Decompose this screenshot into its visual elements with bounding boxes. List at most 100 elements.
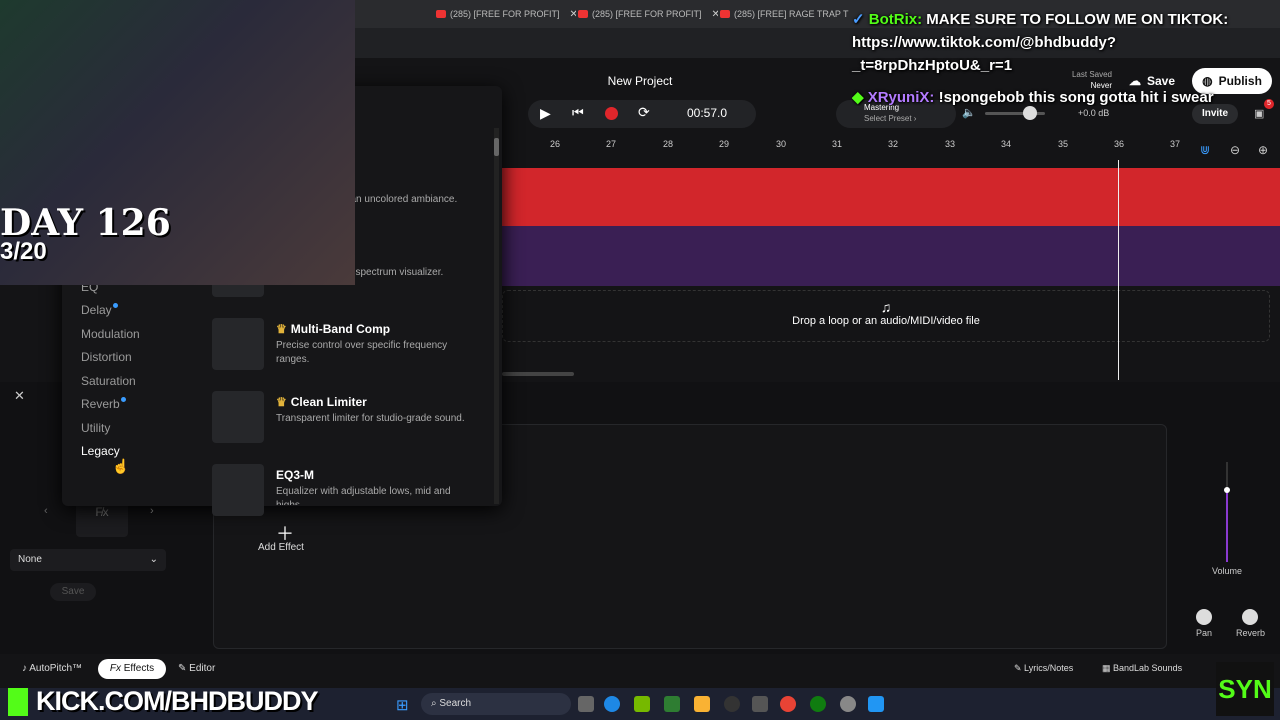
pan-knob[interactable] (1196, 609, 1212, 625)
xbox-icon[interactable] (810, 696, 826, 712)
add-effect-label[interactable]: Add Effect (258, 542, 304, 553)
scroll-thumb[interactable] (494, 138, 499, 156)
ruler-tick: 36 (1114, 139, 1125, 149)
volume-fill (1226, 490, 1228, 562)
youtube-icon (578, 10, 588, 18)
task-view-icon[interactable] (578, 696, 594, 712)
play-icon[interactable]: ▶ (540, 105, 551, 122)
category-item[interactable]: Distortion (81, 350, 132, 364)
panel-scrollbar[interactable] (494, 128, 499, 504)
effect-title[interactable]: EQ3-M (276, 468, 314, 482)
effect-title[interactable]: ♛ Multi-Band Comp (276, 322, 390, 336)
spreadsheet-icon[interactable] (664, 696, 680, 712)
chrome-icon[interactable] (780, 696, 796, 712)
chevron-down-icon: ⌄ (149, 554, 158, 565)
bot-icon: ✓ (852, 11, 865, 28)
skip-back-icon[interactable]: ⏮ (572, 105, 584, 121)
category-item[interactable]: Delay (81, 303, 118, 317)
browser-tab[interactable]: (285) [FREE FOR PROFIT] ✕ (578, 5, 718, 23)
app-icon[interactable] (868, 696, 884, 712)
effect-thumbnail[interactable] (212, 464, 264, 516)
new-indicator-dot (120, 397, 126, 402)
fx-icon: Fx (109, 663, 121, 674)
ruler-tick: 33 (945, 139, 956, 149)
next-icon[interactable]: › (150, 505, 154, 517)
loop-icon[interactable]: ⟳ (638, 104, 650, 121)
save-preset-button[interactable]: Save (50, 583, 96, 601)
invite-button[interactable]: Invite (1192, 104, 1238, 124)
editor-tab[interactable]: ✎ Editor (178, 663, 215, 674)
autopitch-tab[interactable]: ♪ AutoPitch™ (22, 663, 82, 674)
app-icon[interactable] (840, 696, 856, 712)
pencil-icon: ✎ (178, 663, 190, 674)
ruler-tick: 29 (719, 139, 730, 149)
nvidia-icon[interactable] (634, 696, 650, 712)
zoom-in-icon[interactable]: ⊕ (1258, 143, 1268, 157)
effect-thumbnail[interactable] (212, 391, 264, 443)
category-item[interactable]: Utility (81, 421, 110, 435)
sounds-icon: ▦ (1102, 663, 1114, 673)
taskbar-search[interactable]: ⌕ Search (421, 693, 571, 715)
youtube-icon (720, 10, 730, 18)
horizontal-scrollbar[interactable] (502, 372, 574, 376)
slider-handle[interactable] (1023, 106, 1037, 120)
ruler-tick: 30 (776, 139, 787, 149)
ruler-tick: 34 (1001, 139, 1012, 149)
time-display: 00:57.0 (686, 106, 728, 120)
effects-tab[interactable]: Fx Effects (98, 659, 166, 679)
category-item[interactable]: Legacy (81, 444, 120, 458)
zoom-out-icon[interactable]: ⊖ (1230, 143, 1240, 157)
music-add-icon: ♫ (880, 299, 892, 315)
close-icon[interactable]: ✕ (570, 9, 576, 20)
category-item[interactable]: Reverb (81, 397, 126, 411)
audio-region-beat[interactable] (502, 226, 1280, 286)
gift-icon[interactable]: ▣ (1254, 107, 1264, 120)
preset-select[interactable]: None ⌄ (10, 549, 166, 571)
folder-icon[interactable] (694, 696, 710, 712)
timeline-ruler[interactable]: 26 27 28 29 30 31 32 33 34 35 36 37 (500, 136, 1280, 154)
volume-label: Volume (1212, 566, 1243, 576)
category-item[interactable]: Saturation (81, 374, 136, 388)
store-icon[interactable] (752, 696, 768, 712)
pan-label: Pan (1196, 628, 1213, 638)
effect-description: Transparent limiter for studio-grade sou… (276, 413, 465, 424)
ruler-tick: 26 (550, 139, 561, 149)
effect-title[interactable]: ♛ Clean Limiter (276, 395, 367, 409)
edge-icon[interactable] (604, 696, 620, 712)
audio-region-vocal[interactable] (502, 168, 1280, 226)
project-title[interactable]: New Project (580, 74, 700, 88)
effect-description: Equalizer with adjustable lows, mid and … (276, 486, 451, 505)
select-preset-label: Select Preset › (864, 114, 917, 123)
browser-tab[interactable]: (285) [FREE FOR PROFIT] ✕ (436, 5, 576, 23)
effect-thumbnail[interactable] (212, 318, 264, 370)
close-icon[interactable]: ✕ (712, 9, 718, 20)
pencil-icon: ✎ (1014, 663, 1025, 673)
db-readout: +0.0 dB (1078, 108, 1110, 118)
new-indicator-dot (112, 303, 118, 308)
record-icon[interactable] (605, 107, 618, 120)
drop-zone-text: Drop a loop or an audio/MIDI/video file (792, 315, 980, 327)
chat-message: ◆ XRyuniX: !spongebob this song gotta hi… (852, 89, 1214, 106)
windows-start-icon[interactable]: ⊞ (396, 696, 409, 714)
settings-icon[interactable] (724, 696, 740, 712)
syn-logo: SYN (1216, 662, 1274, 716)
reverb-knob[interactable] (1242, 609, 1258, 625)
date-counter: 3/20 (0, 238, 47, 265)
lyrics-notes-button[interactable]: ✎ Lyrics/Notes (1014, 663, 1073, 674)
close-icon[interactable]: ✕ (14, 388, 25, 404)
speaker-icon[interactable]: 🔈 (962, 106, 976, 119)
bandlab-sounds-button[interactable]: ▦ BandLab Sounds (1102, 663, 1182, 674)
volume-handle[interactable] (1224, 487, 1230, 493)
browser-tab[interactable]: (285) [FREE] RAGE TRAP T✕ (720, 5, 850, 23)
kick-logo-icon (8, 688, 28, 716)
kick-channel-url: KICK.COM/BHDBUDDY (36, 686, 318, 716)
chat-message: ✓ BotRix: MAKE SURE TO FOLLOW ME ON TIKT… (852, 11, 1229, 74)
ruler-tick: 32 (888, 139, 899, 149)
drop-zone[interactable]: ♫ Drop a loop or an audio/MIDI/video fil… (502, 290, 1270, 342)
prev-icon[interactable]: ‹ (44, 505, 48, 517)
playhead[interactable] (1118, 160, 1119, 380)
youtube-icon (436, 10, 446, 18)
snap-icon[interactable]: ⋓ (1200, 143, 1210, 157)
cursor-icon: ☝ (112, 458, 130, 474)
category-item[interactable]: Modulation (81, 327, 140, 341)
